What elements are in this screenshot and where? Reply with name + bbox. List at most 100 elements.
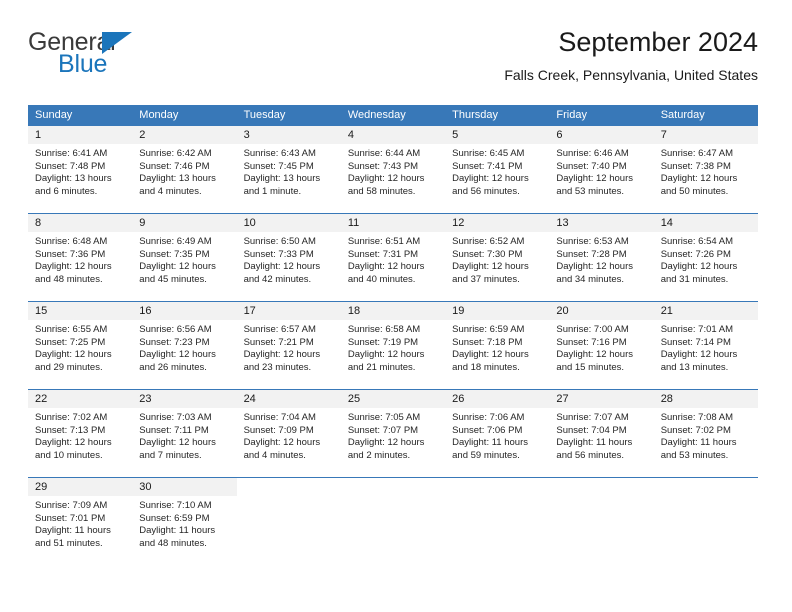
day-number-band: 4	[340, 126, 446, 144]
weekday-header-friday: Friday	[556, 109, 587, 121]
day-cell[interactable]: 29 Sunrise: 7:09 AM Sunset: 7:01 PM Dayl…	[28, 478, 133, 565]
day-details: Sunrise: 7:04 AM Sunset: 7:09 PM Dayligh…	[237, 408, 341, 462]
day-number: 14	[660, 217, 673, 229]
daylight-text-line2: and 10 minutes.	[35, 449, 103, 461]
day-number-band: 3	[236, 126, 341, 144]
day-cell[interactable]: 20 Sunrise: 7:00 AM Sunset: 7:16 PM Dayl…	[549, 302, 654, 389]
day-number: 15	[35, 305, 48, 317]
day-number-band: 20	[549, 302, 654, 320]
sunset-text: Sunset: 6:59 PM	[139, 512, 210, 524]
daylight-text-line2: and 58 minutes.	[347, 185, 416, 197]
sunrise-text: Sunrise: 6:56 AM	[139, 324, 212, 335]
sunrise-text: Sunrise: 7:05 AM	[347, 412, 421, 423]
daylight-text-line1: Daylight: 12 hours	[660, 349, 738, 361]
day-cell[interactable]: 22 Sunrise: 7:02 AM Sunset: 7:13 PM Dayl…	[28, 390, 133, 477]
sunset-text: Sunset: 7:26 PM	[660, 248, 731, 260]
day-cell[interactable]: 28 Sunrise: 7:08 AM Sunset: 7:02 PM Dayl…	[653, 390, 758, 477]
day-number-band: 2	[132, 126, 237, 144]
day-number-band	[237, 478, 341, 496]
day-cell[interactable]: 13 Sunrise: 6:53 AM Sunset: 7:28 PM Dayl…	[549, 214, 654, 301]
day-cell[interactable]: 25 Sunrise: 7:05 AM Sunset: 7:07 PM Dayl…	[340, 390, 446, 477]
page-subtitle: Falls Creek, Pennsylvania, United States	[504, 67, 758, 83]
day-number-band: 1	[28, 126, 133, 144]
day-details: Sunrise: 7:03 AM Sunset: 7:11 PM Dayligh…	[132, 408, 236, 462]
day-number: 30	[139, 481, 152, 493]
day-cell[interactable]: 17 Sunrise: 6:57 AM Sunset: 7:21 PM Dayl…	[236, 302, 341, 389]
day-details: Sunrise: 6:41 AM Sunset: 7:48 PM Dayligh…	[28, 144, 132, 198]
day-number: 28	[660, 393, 673, 405]
day-cell[interactable]: 3 Sunrise: 6:43 AM Sunset: 7:45 PM Dayli…	[236, 126, 341, 213]
day-cell[interactable]: 2 Sunrise: 6:42 AM Sunset: 7:46 PM Dayli…	[132, 126, 237, 213]
day-cell[interactable]: 15 Sunrise: 6:55 AM Sunset: 7:25 PM Dayl…	[28, 302, 133, 389]
day-number-band: 27	[549, 390, 654, 408]
day-number-band: 25	[340, 390, 446, 408]
day-cell[interactable]: 9 Sunrise: 6:49 AM Sunset: 7:35 PM Dayli…	[132, 214, 237, 301]
day-cell[interactable]: 7 Sunrise: 6:47 AM Sunset: 7:38 PM Dayli…	[653, 126, 758, 213]
day-cell[interactable]: 10 Sunrise: 6:50 AM Sunset: 7:33 PM Dayl…	[236, 214, 341, 301]
day-cell[interactable]: 5 Sunrise: 6:45 AM Sunset: 7:41 PM Dayli…	[445, 126, 550, 213]
day-number: 29	[35, 481, 48, 493]
daylight-text-line2: and 26 minutes.	[139, 361, 207, 373]
sunrise-text: Sunrise: 6:48 AM	[35, 236, 108, 247]
daylight-text-line1: Daylight: 12 hours	[139, 349, 216, 361]
sunrise-text: Sunrise: 7:09 AM	[35, 500, 108, 511]
day-cell[interactable]: 24 Sunrise: 7:04 AM Sunset: 7:09 PM Dayl…	[236, 390, 341, 477]
day-details: Sunrise: 6:59 AM Sunset: 7:18 PM Dayligh…	[445, 320, 549, 374]
day-cell[interactable]: 16 Sunrise: 6:56 AM Sunset: 7:23 PM Dayl…	[132, 302, 237, 389]
day-number-band: 15	[28, 302, 133, 320]
weekday-header-monday: Monday	[139, 109, 179, 121]
sunset-text: Sunset: 7:23 PM	[139, 336, 210, 348]
day-cell[interactable]: 6 Sunrise: 6:46 AM Sunset: 7:40 PM Dayli…	[549, 126, 654, 213]
day-cell[interactable]: 26 Sunrise: 7:06 AM Sunset: 7:06 PM Dayl…	[445, 390, 550, 477]
page-header: General Blue September 2024 Falls Creek,…	[28, 26, 758, 96]
day-details: Sunrise: 7:10 AM Sunset: 6:59 PM Dayligh…	[132, 496, 236, 550]
daylight-text-line2: and 7 minutes.	[139, 449, 202, 461]
calendar-week-row: 15 Sunrise: 6:55 AM Sunset: 7:25 PM Dayl…	[28, 301, 758, 389]
calendar-week-row: 1 Sunrise: 6:41 AM Sunset: 7:48 PM Dayli…	[28, 125, 758, 213]
day-cell[interactable]: 12 Sunrise: 6:52 AM Sunset: 7:30 PM Dayl…	[445, 214, 550, 301]
weekday-header-thursday: Thursday	[452, 109, 498, 121]
sunrise-text: Sunrise: 7:06 AM	[452, 412, 525, 423]
day-number-band: 9	[132, 214, 237, 232]
day-cell[interactable]: 19 Sunrise: 6:59 AM Sunset: 7:18 PM Dayl…	[445, 302, 550, 389]
daylight-text-line1: Daylight: 12 hours	[139, 261, 216, 273]
sunrise-text: Sunrise: 6:41 AM	[35, 148, 108, 159]
sunrise-text: Sunrise: 7:07 AM	[556, 412, 629, 423]
daylight-text-line1: Daylight: 12 hours	[660, 261, 738, 273]
sunset-text: Sunset: 7:45 PM	[243, 160, 314, 172]
daylight-text-line2: and 48 minutes.	[139, 537, 207, 549]
daylight-text-line1: Daylight: 13 hours	[35, 173, 112, 185]
day-cell[interactable]: 11 Sunrise: 6:51 AM Sunset: 7:31 PM Dayl…	[340, 214, 446, 301]
day-cell[interactable]: 8 Sunrise: 6:48 AM Sunset: 7:36 PM Dayli…	[28, 214, 133, 301]
day-cell[interactable]: 1 Sunrise: 6:41 AM Sunset: 7:48 PM Dayli…	[28, 126, 133, 213]
day-details: Sunrise: 6:51 AM Sunset: 7:31 PM Dayligh…	[341, 232, 445, 286]
daylight-text-line2: and 53 minutes.	[556, 185, 625, 197]
sunset-text: Sunset: 7:46 PM	[139, 160, 210, 172]
day-number: 7	[660, 129, 667, 141]
generalblue-logo[interactable]: General Blue	[28, 26, 208, 88]
day-number: 16	[139, 305, 152, 317]
day-number-band: 14	[653, 214, 758, 232]
day-details: Sunrise: 6:47 AM Sunset: 7:38 PM Dayligh…	[654, 144, 758, 198]
day-cell[interactable]: 21 Sunrise: 7:01 AM Sunset: 7:14 PM Dayl…	[653, 302, 758, 389]
sunrise-text: Sunrise: 7:08 AM	[660, 412, 734, 423]
day-details: Sunrise: 7:09 AM Sunset: 7:01 PM Dayligh…	[28, 496, 132, 550]
daylight-text-line2: and 23 minutes.	[243, 361, 312, 373]
day-cell[interactable]: 30 Sunrise: 7:10 AM Sunset: 6:59 PM Dayl…	[132, 478, 237, 565]
day-cell[interactable]: 4 Sunrise: 6:44 AM Sunset: 7:43 PM Dayli…	[340, 126, 446, 213]
daylight-text-line1: Daylight: 11 hours	[452, 437, 528, 449]
sunrise-text: Sunrise: 6:42 AM	[139, 148, 212, 159]
daylight-text-line1: Daylight: 12 hours	[35, 349, 112, 361]
sunset-text: Sunset: 7:36 PM	[35, 248, 106, 260]
day-number-band: 28	[653, 390, 758, 408]
calendar-week-row: 29 Sunrise: 7:09 AM Sunset: 7:01 PM Dayl…	[28, 477, 758, 565]
daylight-text-line2: and 42 minutes.	[243, 273, 312, 285]
day-cell[interactable]: 27 Sunrise: 7:07 AM Sunset: 7:04 PM Dayl…	[549, 390, 654, 477]
sunrise-text: Sunrise: 7:10 AM	[139, 500, 212, 511]
day-cell[interactable]: 18 Sunrise: 6:58 AM Sunset: 7:19 PM Dayl…	[340, 302, 446, 389]
day-cell[interactable]: 14 Sunrise: 6:54 AM Sunset: 7:26 PM Dayl…	[653, 214, 758, 301]
day-cell-empty	[445, 478, 550, 565]
day-number-band	[549, 478, 653, 496]
day-cell[interactable]: 23 Sunrise: 7:03 AM Sunset: 7:11 PM Dayl…	[132, 390, 237, 477]
daylight-text-line1: Daylight: 12 hours	[347, 437, 425, 449]
